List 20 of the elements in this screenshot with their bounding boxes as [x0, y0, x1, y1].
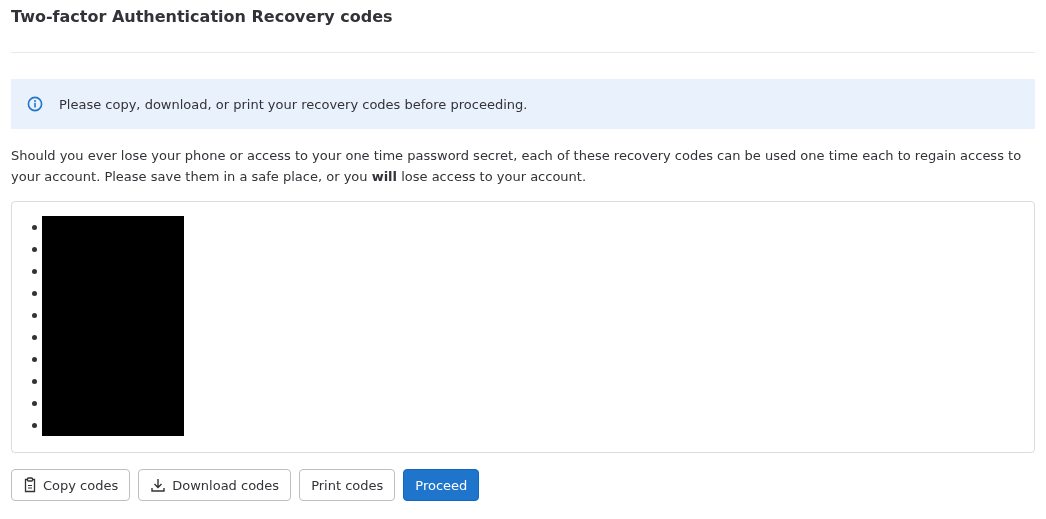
bullet-icon [32, 422, 37, 428]
bullet-icon [32, 356, 37, 362]
bullet-icon [32, 334, 37, 340]
copy-codes-button[interactable]: Copy codes [11, 469, 131, 501]
description-text: Should you ever lose your phone or access to your one time password secret, each of these recovery codes can be used one time each to regain access to your account. Please save them in a safe place, or you will lose access to your account. [11, 147, 1023, 186]
bullet-icon [32, 224, 37, 230]
bullet-icon [32, 312, 37, 318]
proceed-button[interactable]: Proceed [403, 469, 480, 501]
page-title: Two-factor Authentication Recovery codes [11, 6, 394, 28]
info-icon [27, 96, 43, 112]
print-codes-button[interactable]: Print codes [299, 469, 396, 501]
bullet-icon [32, 290, 37, 296]
download-codes-button[interactable]: Download codes [138, 469, 292, 501]
bullet-icon [32, 246, 37, 252]
bullet-icon [32, 400, 37, 406]
download-icon [150, 477, 167, 493]
clipboard-icon [23, 477, 37, 493]
bullet-icon [32, 378, 37, 384]
alert-message: Please copy, download, or print your recovery codes before proceeding. [59, 96, 528, 112]
bullet-icon [32, 268, 37, 274]
